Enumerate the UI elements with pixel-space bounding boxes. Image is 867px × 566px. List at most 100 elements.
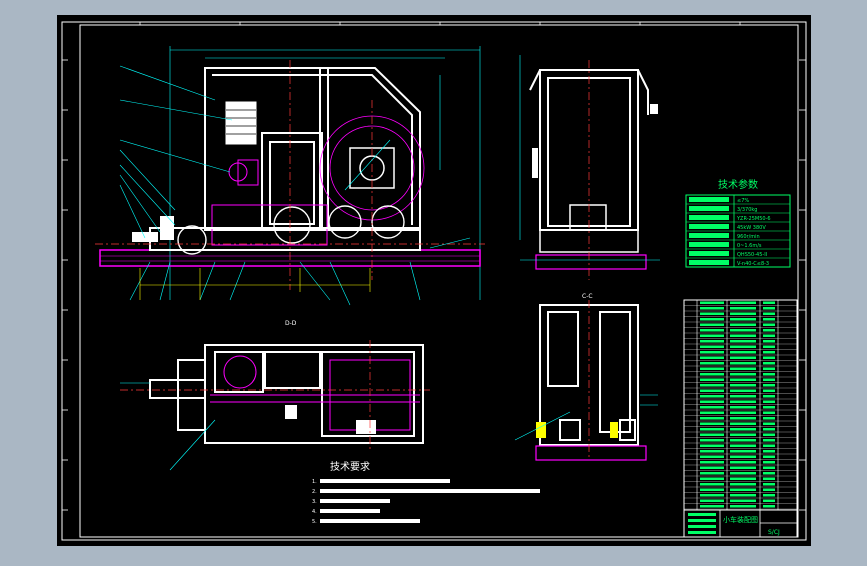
parts-list-cell xyxy=(763,318,775,321)
parts-list-cell xyxy=(730,417,756,420)
parts-list-cell xyxy=(730,483,756,486)
parts-list-cell xyxy=(763,378,775,381)
parts-list-cell xyxy=(763,411,775,414)
parts-list-cell xyxy=(763,494,775,497)
parts-list-cell xyxy=(700,323,724,326)
parts-list-cell xyxy=(730,477,756,480)
tech-params-title: 技术参数 xyxy=(718,178,758,191)
tech-param-value: 960r/min xyxy=(737,234,760,240)
parts-list-cell xyxy=(700,345,724,348)
parts-list-cell xyxy=(700,455,724,458)
parts-list-cell xyxy=(700,472,724,475)
parts-list-cell xyxy=(700,318,724,321)
requirement-item: 2. xyxy=(312,489,317,495)
tech-requirements-title: 技术要求 xyxy=(330,460,370,473)
parts-list-cell xyxy=(730,466,756,469)
tech-param-value: YZR-25M50-6 xyxy=(736,216,771,222)
parts-list-cell xyxy=(763,312,775,315)
section-label: C-C xyxy=(582,293,593,300)
parts-list-cell xyxy=(763,395,775,398)
parts-list-cell xyxy=(730,307,756,310)
parts-list-cell xyxy=(730,373,756,376)
parts-list-cell xyxy=(763,422,775,425)
parts-list-cell xyxy=(730,450,756,453)
tech-param-value: ≤7% xyxy=(737,198,749,204)
parts-list-cell xyxy=(700,307,724,310)
parts-list-cell xyxy=(763,466,775,469)
parts-list-cell xyxy=(730,378,756,381)
parts-list-cell xyxy=(730,433,756,436)
parts-list-cell xyxy=(763,329,775,332)
requirement-item: 4. xyxy=(312,509,317,515)
parts-list-cell xyxy=(700,356,724,359)
tech-param-value: QHS50-45-II xyxy=(737,252,767,258)
parts-list-cell xyxy=(730,505,756,508)
parts-list-cell xyxy=(700,389,724,392)
cad-viewport[interactable]: D-D C-C 技术参数 ≤7% 3/370kg YZR-25M50-6 45k… xyxy=(0,0,867,562)
parts-list-cell xyxy=(700,477,724,480)
parts-list-cell xyxy=(700,351,724,354)
parts-list-cell xyxy=(763,455,775,458)
parts-list-cell xyxy=(700,362,724,365)
parts-list-cell xyxy=(763,389,775,392)
parts-list-cell xyxy=(700,367,724,370)
parts-list-cell xyxy=(700,406,724,409)
parts-list-cell xyxy=(700,329,724,332)
tech-param-value: 45kW 380V xyxy=(737,225,766,231)
parts-list-cell xyxy=(730,499,756,502)
parts-list-cell xyxy=(700,483,724,486)
parts-list-cell xyxy=(730,367,756,370)
parts-list-cell xyxy=(730,389,756,392)
parts-list-cell xyxy=(700,433,724,436)
parts-list-cell xyxy=(763,483,775,486)
parts-list-cell xyxy=(763,488,775,491)
parts-list-cell xyxy=(730,395,756,398)
parts-list-cell xyxy=(730,329,756,332)
parts-list-cell xyxy=(700,466,724,469)
parts-list-cell xyxy=(763,367,775,370)
parts-list-cell xyxy=(763,433,775,436)
requirement-item: 1. xyxy=(312,479,317,485)
parts-list-cell xyxy=(730,340,756,343)
parts-list-cell xyxy=(700,461,724,464)
parts-list-cell xyxy=(730,494,756,497)
parts-list-cell xyxy=(763,472,775,475)
tech-param-value: 0~1.6m/s xyxy=(737,243,762,249)
parts-list-cell xyxy=(730,455,756,458)
parts-list-cell xyxy=(763,351,775,354)
drawing-title: 小车装配图 xyxy=(723,515,758,524)
parts-list-cell xyxy=(700,312,724,315)
parts-list-cell xyxy=(763,307,775,310)
parts-list-cell xyxy=(700,334,724,337)
parts-list-cell xyxy=(730,312,756,315)
parts-list-cell xyxy=(730,318,756,321)
parts-list-cell xyxy=(763,400,775,403)
cad-drawing: D-D C-C 技术参数 ≤7% 3/370kg YZR-25M50-6 45k… xyxy=(57,15,811,546)
parts-list-cell xyxy=(730,444,756,447)
parts-list-cell xyxy=(763,499,775,502)
tech-param-value: 3/370kg xyxy=(737,207,757,213)
parts-list-cell xyxy=(730,400,756,403)
parts-list-cell xyxy=(700,301,724,304)
parts-list-cell xyxy=(763,373,775,376)
parts-list-cell xyxy=(763,345,775,348)
parts-list-cell xyxy=(700,411,724,414)
parts-list-cell xyxy=(730,323,756,326)
parts-list-cell xyxy=(700,488,724,491)
parts-list-cell xyxy=(763,340,775,343)
parts-list-cell xyxy=(763,384,775,387)
parts-list-cell xyxy=(730,439,756,442)
parts-list-cell xyxy=(730,461,756,464)
parts-list-cell xyxy=(700,444,724,447)
parts-list-cell xyxy=(763,356,775,359)
parts-list-cell xyxy=(700,450,724,453)
tech-param-value: V-n40-C≤8-3 xyxy=(737,261,769,267)
parts-list-cell xyxy=(730,472,756,475)
parts-list-cell xyxy=(700,400,724,403)
parts-list-cell xyxy=(763,461,775,464)
parts-list-cell xyxy=(763,444,775,447)
parts-list-cell xyxy=(700,395,724,398)
parts-list-cell xyxy=(730,351,756,354)
parts-list-cell xyxy=(763,505,775,508)
parts-list-cell xyxy=(700,340,724,343)
